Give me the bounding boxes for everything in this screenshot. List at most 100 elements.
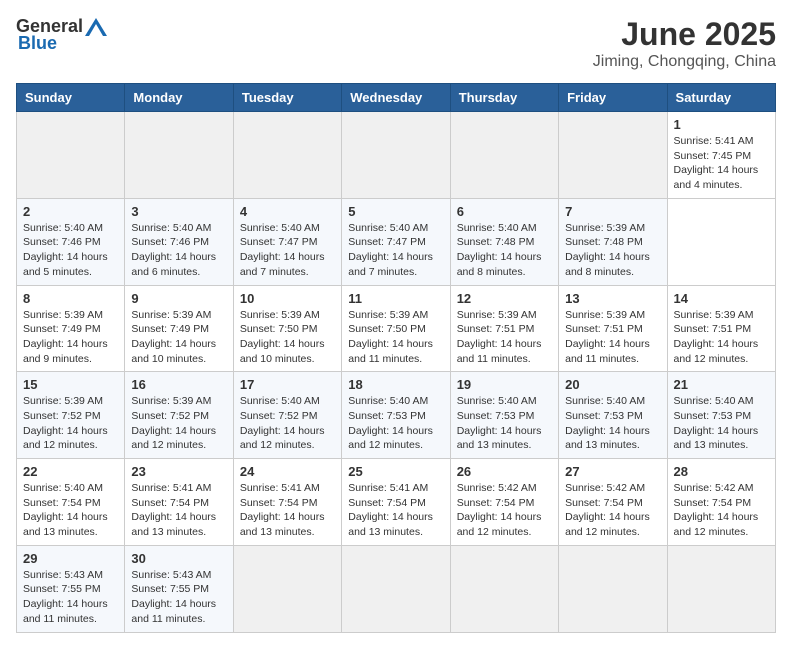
cell-content: Sunrise: 5:40 AMSunset: 7:47 PMDaylight:… bbox=[240, 221, 335, 280]
calendar-cell: 27Sunrise: 5:42 AMSunset: 7:54 PMDayligh… bbox=[559, 459, 667, 546]
calendar-week-row: 1 Sunrise: 5:41 AMSunset: 7:45 PMDaylight… bbox=[17, 112, 776, 199]
day-number: 6 bbox=[457, 204, 552, 219]
calendar-cell bbox=[17, 112, 125, 199]
day-number: 2 bbox=[23, 204, 118, 219]
calendar-cell: 14Sunrise: 5:39 AMSunset: 7:51 PMDayligh… bbox=[667, 285, 775, 372]
title-area: June 2025 Jiming, Chongqing, China bbox=[593, 16, 776, 71]
cell-content: Sunrise: 5:40 AMSunset: 7:53 PMDaylight:… bbox=[348, 394, 443, 453]
cell-content: Sunrise: 5:39 AMSunset: 7:50 PMDaylight:… bbox=[348, 308, 443, 367]
calendar-cell: 8Sunrise: 5:39 AMSunset: 7:49 PMDaylight… bbox=[17, 285, 125, 372]
day-number: 17 bbox=[240, 377, 335, 392]
day-number: 25 bbox=[348, 464, 443, 479]
cell-content: Sunrise: 5:40 AMSunset: 7:53 PMDaylight:… bbox=[457, 394, 552, 453]
day-number: 11 bbox=[348, 291, 443, 306]
calendar-cell bbox=[450, 112, 558, 199]
day-number: 19 bbox=[457, 377, 552, 392]
calendar-week-row: 2 Sunrise: 5:40 AMSunset: 7:46 PMDaylight… bbox=[17, 198, 776, 285]
day-number: 29 bbox=[23, 551, 118, 566]
cell-content: Sunrise: 5:39 AMSunset: 7:49 PMDaylight:… bbox=[131, 308, 226, 367]
cell-content: Sunrise: 5:43 AMSunset: 7:55 PMDaylight:… bbox=[131, 568, 226, 627]
day-number: 16 bbox=[131, 377, 226, 392]
calendar-week-row: 8Sunrise: 5:39 AMSunset: 7:49 PMDaylight… bbox=[17, 285, 776, 372]
day-number: 30 bbox=[131, 551, 226, 566]
day-number: 14 bbox=[674, 291, 769, 306]
calendar-table: SundayMondayTuesdayWednesdayThursdayFrid… bbox=[16, 83, 776, 633]
column-header-wednesday: Wednesday bbox=[342, 84, 450, 112]
month-title: June 2025 bbox=[593, 16, 776, 53]
day-number: 18 bbox=[348, 377, 443, 392]
cell-content: Sunrise: 5:40 AMSunset: 7:52 PMDaylight:… bbox=[240, 394, 335, 453]
calendar-cell bbox=[342, 545, 450, 632]
calendar-header-row: SundayMondayTuesdayWednesdayThursdayFrid… bbox=[17, 84, 776, 112]
calendar-cell: 24Sunrise: 5:41 AMSunset: 7:54 PMDayligh… bbox=[233, 459, 341, 546]
calendar-week-row: 29 Sunrise: 5:43 AMSunset: 7:55 PMDayligh… bbox=[17, 545, 776, 632]
cell-content: Sunrise: 5:41 AMSunset: 7:54 PMDaylight:… bbox=[131, 481, 226, 540]
calendar-week-row: 15Sunrise: 5:39 AMSunset: 7:52 PMDayligh… bbox=[17, 372, 776, 459]
column-header-monday: Monday bbox=[125, 84, 233, 112]
cell-content: Sunrise: 5:40 AMSunset: 7:54 PMDaylight:… bbox=[23, 481, 118, 540]
calendar-cell: 3 Sunrise: 5:40 AMSunset: 7:46 PMDaylight… bbox=[125, 198, 233, 285]
column-header-sunday: Sunday bbox=[17, 84, 125, 112]
cell-content: Sunrise: 5:41 AMSunset: 7:45 PMDaylight:… bbox=[674, 134, 769, 193]
column-header-saturday: Saturday bbox=[667, 84, 775, 112]
day-number: 7 bbox=[565, 204, 660, 219]
calendar-cell: 18 Sunrise: 5:40 AMSunset: 7:53 PMDayligh… bbox=[342, 372, 450, 459]
calendar-cell bbox=[233, 112, 341, 199]
day-number: 1 bbox=[674, 117, 769, 132]
day-number: 5 bbox=[348, 204, 443, 219]
calendar-cell: 20 Sunrise: 5:40 AMSunset: 7:53 PMDayligh… bbox=[559, 372, 667, 459]
calendar-cell: 28Sunrise: 5:42 AMSunset: 7:54 PMDayligh… bbox=[667, 459, 775, 546]
calendar-cell: 23 Sunrise: 5:41 AMSunset: 7:54 PMDayligh… bbox=[125, 459, 233, 546]
cell-content: Sunrise: 5:39 AMSunset: 7:48 PMDaylight:… bbox=[565, 221, 660, 280]
day-number: 26 bbox=[457, 464, 552, 479]
day-number: 23 bbox=[131, 464, 226, 479]
calendar-cell: 19 Sunrise: 5:40 AMSunset: 7:53 PMDayligh… bbox=[450, 372, 558, 459]
calendar-cell: 17 Sunrise: 5:40 AMSunset: 7:52 PMDayligh… bbox=[233, 372, 341, 459]
cell-content: Sunrise: 5:40 AMSunset: 7:47 PMDaylight:… bbox=[348, 221, 443, 280]
calendar-cell bbox=[559, 112, 667, 199]
day-number: 12 bbox=[457, 291, 552, 306]
calendar-cell: 5 Sunrise: 5:40 AMSunset: 7:47 PMDaylight… bbox=[342, 198, 450, 285]
cell-content: Sunrise: 5:42 AMSunset: 7:54 PMDaylight:… bbox=[457, 481, 552, 540]
cell-content: Sunrise: 5:40 AMSunset: 7:46 PMDaylight:… bbox=[131, 221, 226, 280]
cell-content: Sunrise: 5:39 AMSunset: 7:51 PMDaylight:… bbox=[457, 308, 552, 367]
cell-content: Sunrise: 5:41 AMSunset: 7:54 PMDaylight:… bbox=[348, 481, 443, 540]
cell-content: Sunrise: 5:42 AMSunset: 7:54 PMDaylight:… bbox=[565, 481, 660, 540]
calendar-cell: 4 Sunrise: 5:40 AMSunset: 7:47 PMDaylight… bbox=[233, 198, 341, 285]
cell-content: Sunrise: 5:39 AMSunset: 7:50 PMDaylight:… bbox=[240, 308, 335, 367]
calendar-week-row: 22 Sunrise: 5:40 AMSunset: 7:54 PMDayligh… bbox=[17, 459, 776, 546]
calendar-cell: 9 Sunrise: 5:39 AMSunset: 7:49 PMDaylight… bbox=[125, 285, 233, 372]
calendar-cell: 25 Sunrise: 5:41 AMSunset: 7:54 PMDayligh… bbox=[342, 459, 450, 546]
calendar-cell: 7 Sunrise: 5:39 AMSunset: 7:48 PMDaylight… bbox=[559, 198, 667, 285]
calendar-cell: 2Sunrise: 5:40 AMSunset: 7:46 PMDaylight… bbox=[17, 198, 125, 285]
day-number: 24 bbox=[240, 464, 335, 479]
logo: General Blue bbox=[16, 16, 107, 54]
day-number: 9 bbox=[131, 291, 226, 306]
cell-content: Sunrise: 5:40 AMSunset: 7:53 PMDaylight:… bbox=[674, 394, 769, 453]
calendar-cell bbox=[233, 545, 341, 632]
day-number: 13 bbox=[565, 291, 660, 306]
column-header-friday: Friday bbox=[559, 84, 667, 112]
cell-content: Sunrise: 5:39 AMSunset: 7:49 PMDaylight:… bbox=[23, 308, 118, 367]
calendar-cell: 1 Sunrise: 5:41 AMSunset: 7:45 PMDaylight… bbox=[667, 112, 775, 199]
calendar-cell bbox=[450, 545, 558, 632]
calendar-cell: 16Sunrise: 5:39 AMSunset: 7:52 PMDayligh… bbox=[125, 372, 233, 459]
calendar-cell: 11 Sunrise: 5:39 AMSunset: 7:50 PMDayligh… bbox=[342, 285, 450, 372]
calendar-cell: 29 Sunrise: 5:43 AMSunset: 7:55 PMDayligh… bbox=[17, 545, 125, 632]
logo-icon bbox=[85, 18, 107, 36]
calendar-cell: 15Sunrise: 5:39 AMSunset: 7:52 PMDayligh… bbox=[17, 372, 125, 459]
calendar-cell: 6Sunrise: 5:40 AMSunset: 7:48 PMDaylight… bbox=[450, 198, 558, 285]
header: General Blue June 2025 Jiming, Chongqing… bbox=[16, 16, 776, 71]
column-header-tuesday: Tuesday bbox=[233, 84, 341, 112]
day-number: 20 bbox=[565, 377, 660, 392]
cell-content: Sunrise: 5:40 AMSunset: 7:53 PMDaylight:… bbox=[565, 394, 660, 453]
calendar-cell: 10 Sunrise: 5:39 AMSunset: 7:50 PMDayligh… bbox=[233, 285, 341, 372]
day-number: 4 bbox=[240, 204, 335, 219]
day-number: 10 bbox=[240, 291, 335, 306]
day-number: 3 bbox=[131, 204, 226, 219]
calendar-cell bbox=[125, 112, 233, 199]
calendar-cell bbox=[342, 112, 450, 199]
day-number: 22 bbox=[23, 464, 118, 479]
day-number: 21 bbox=[674, 377, 769, 392]
cell-content: Sunrise: 5:43 AMSunset: 7:55 PMDaylight:… bbox=[23, 568, 118, 627]
